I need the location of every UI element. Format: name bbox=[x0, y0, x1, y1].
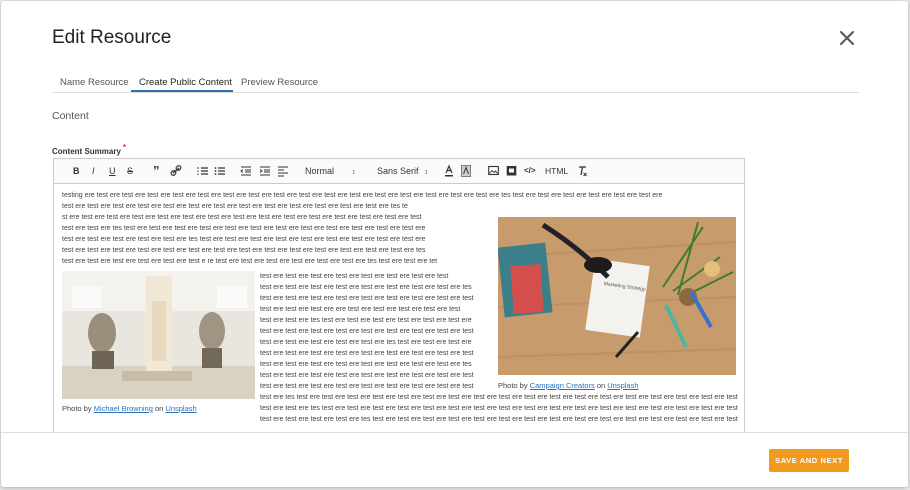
active-tab-indicator bbox=[131, 90, 233, 92]
text-line: test ere test ere test ere test ere test… bbox=[260, 284, 472, 291]
author-link[interactable]: Campaign Creators bbox=[530, 381, 595, 390]
code-icon[interactable]: </> bbox=[524, 164, 536, 178]
right-image-caption: Photo by Campaign Creators on Unsplash bbox=[498, 380, 639, 391]
caption-prefix: Photo by bbox=[498, 381, 530, 390]
text-line: test ere test ere test ere test ere test… bbox=[260, 350, 474, 357]
caption-prefix: Photo by bbox=[62, 404, 94, 413]
editor-content[interactable]: testing ere test ere test ere test ere t… bbox=[62, 189, 742, 439]
text-line: test ere test ere test ere test ere test… bbox=[260, 372, 474, 379]
field-label: Content Summary * bbox=[52, 143, 126, 156]
close-icon[interactable] bbox=[835, 26, 859, 50]
font-select[interactable]: Sans Serif ↕ bbox=[377, 164, 428, 178]
rich-text-editor[interactable]: B I U S ” Normal ↕ Sans Serif ↕ </> HTML t… bbox=[53, 158, 745, 448]
indent-icon[interactable] bbox=[259, 164, 271, 178]
required-mark: * bbox=[122, 143, 127, 152]
text-line: st ere test ere test ere test ere test e… bbox=[62, 214, 422, 221]
header-select-value: Normal bbox=[305, 166, 335, 176]
text-line: test ere test ere tes test ere test ere … bbox=[62, 225, 426, 232]
marketing-strategy-image: Marketing Strategy bbox=[498, 217, 736, 375]
html-button[interactable]: HTML bbox=[545, 164, 568, 178]
text-line: test ere test ere tes test ere test ere … bbox=[260, 405, 740, 412]
text-line: test ere test ere test ere test ere test… bbox=[260, 383, 474, 390]
text-line: test ere test ere test ere test ere test… bbox=[260, 361, 472, 368]
text-line: test ere test ere test ere test ere test… bbox=[62, 258, 438, 265]
video-icon[interactable] bbox=[506, 164, 517, 178]
text-line: test ere test ere tes test ere test ere … bbox=[260, 317, 472, 324]
editor-toolbar: B I U S ” Normal ↕ Sans Serif ↕ </> HTML bbox=[54, 159, 744, 184]
text-color-icon[interactable] bbox=[444, 164, 454, 178]
underline-button[interactable]: U bbox=[109, 164, 116, 178]
tab-name-resource[interactable]: Name Resource bbox=[60, 77, 129, 88]
blockquote-button[interactable]: ” bbox=[153, 164, 160, 178]
dialog-footer: SAVE AND NEXT bbox=[1, 432, 908, 487]
chevron-updown-icon: ↕ bbox=[424, 169, 429, 176]
header-select[interactable]: Normal ↕ bbox=[305, 164, 356, 178]
edit-resource-dialog: Edit Resource Name Resource Create Publi… bbox=[1, 1, 908, 487]
tab-bar: Name Resource Create Public Content Prev… bbox=[52, 73, 859, 93]
left-image-caption: Photo by Michael Browning on Unsplash bbox=[62, 403, 197, 414]
font-select-value: Sans Serif bbox=[377, 166, 419, 176]
outdent-icon[interactable] bbox=[240, 164, 252, 178]
dialog-title: Edit Resource bbox=[52, 27, 172, 48]
field-label-text: Content Summary bbox=[52, 147, 121, 156]
office-chairs-image bbox=[62, 271, 255, 399]
text-line: test ere test ere test ere test ere test… bbox=[260, 339, 472, 346]
save-and-next-button[interactable]: SAVE AND NEXT bbox=[769, 449, 849, 472]
text-line: test ere test ere test ere test ere test… bbox=[62, 236, 426, 243]
unsplash-link[interactable]: Unsplash bbox=[165, 404, 196, 413]
image-icon[interactable] bbox=[488, 164, 499, 178]
tab-create-public-content[interactable]: Create Public Content bbox=[139, 77, 232, 88]
clear-format-icon[interactable] bbox=[577, 164, 588, 178]
caption-mid: on bbox=[594, 381, 608, 390]
text-line: test ere test ere test ere test ere test… bbox=[260, 295, 474, 302]
section-title: Content bbox=[52, 110, 89, 122]
text-line: test ere test ere test ere test ere test… bbox=[260, 328, 474, 335]
italic-button[interactable]: I bbox=[92, 164, 95, 178]
chevron-updown-icon: ↕ bbox=[352, 169, 356, 176]
text-line: test ere test ere test ere test ere test… bbox=[62, 203, 408, 210]
text-line: test ere tes test ere test ere test ere … bbox=[260, 394, 740, 401]
background-color-icon[interactable] bbox=[461, 164, 471, 178]
author-link[interactable]: Michael Browning bbox=[94, 404, 153, 413]
text-line: test ere test ere test ere test ere test… bbox=[260, 273, 449, 280]
text-line: test ere test ere test ere test ere test… bbox=[62, 247, 426, 254]
text-line: test ere test ere test ere ere test ere … bbox=[260, 306, 461, 313]
text-line: test ere test ere test ere test ere tes … bbox=[260, 416, 740, 423]
text-line: testing ere test ere test ere test ere t… bbox=[62, 192, 663, 199]
strike-button[interactable]: S bbox=[127, 164, 133, 178]
unsplash-link[interactable]: Unsplash bbox=[607, 381, 638, 390]
bold-button[interactable]: B bbox=[73, 164, 80, 178]
align-icon[interactable] bbox=[277, 164, 289, 178]
caption-mid: on bbox=[152, 404, 166, 413]
link-icon[interactable] bbox=[170, 164, 182, 178]
bullet-list-icon[interactable] bbox=[214, 164, 226, 178]
ordered-list-icon[interactable] bbox=[197, 164, 209, 178]
tab-preview-resource[interactable]: Preview Resource bbox=[241, 77, 318, 88]
